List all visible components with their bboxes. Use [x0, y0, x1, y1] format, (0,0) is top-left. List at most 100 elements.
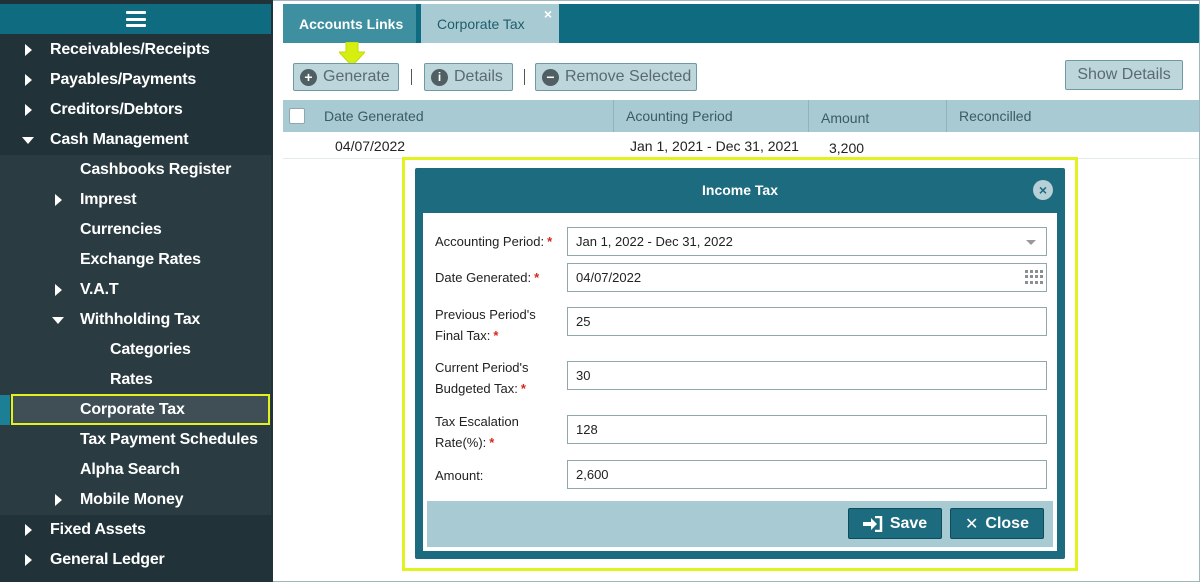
cell-accounting-period: Jan 1, 2021 - Dec 31, 2021: [630, 138, 799, 154]
sidebar-item-label: General Ledger: [50, 551, 165, 568]
column-header-reconcilled[interactable]: Reconcilled: [947, 100, 1199, 132]
toolbar: + Generate i Details − Remove Selected S…: [283, 42, 1199, 100]
field-value: 25: [576, 314, 591, 329]
cell-amount: 3,200: [829, 140, 865, 156]
label-text: Budgeted Tax:: [435, 381, 518, 396]
caret-right-icon: [55, 194, 65, 206]
field-value: 2,600: [576, 467, 609, 482]
tab-accounts-links[interactable]: Accounts Links: [283, 4, 416, 43]
toolbar-separator: [524, 69, 525, 85]
sidebar-item-label: Withholding Tax: [80, 311, 201, 328]
remove-selected-label: Remove Selected: [565, 68, 692, 85]
tax-escalation-field[interactable]: 128: [567, 415, 1047, 444]
sidebar-item-withholding-tax[interactable]: Withholding Tax: [0, 305, 271, 335]
sidebar-item-corporate-tax[interactable]: Corporate Tax: [11, 394, 270, 425]
prev-final-tax-field[interactable]: 25: [567, 307, 1047, 336]
sidebar-item-label: Fixed Assets: [50, 521, 146, 538]
curr-budgeted-tax-field[interactable]: 30: [567, 361, 1047, 390]
sidebar-item-creditors[interactable]: Creditors/Debtors: [0, 95, 271, 125]
select-all-checkbox[interactable]: [289, 108, 305, 124]
sidebar: Receivables/Receipts Payables/Payments C…: [0, 0, 273, 582]
column-header-label: Amount: [821, 110, 870, 126]
caret-right-icon: [25, 104, 35, 116]
sidebar-item-label: Imprest: [80, 191, 137, 208]
save-button[interactable]: Save: [848, 508, 942, 539]
field-value: 128: [576, 422, 598, 437]
sidebar-item-cash-management[interactable]: Cash Management: [0, 125, 271, 155]
sidebar-item-label: Mobile Money: [80, 491, 184, 508]
sidebar-item-imprest[interactable]: Imprest: [0, 185, 271, 215]
sidebar-item-payables[interactable]: Payables/Payments: [0, 65, 271, 95]
caret-right-icon: [25, 44, 35, 56]
accounting-period-label: Accounting Period: *: [435, 231, 552, 252]
curr-budgeted-tax-label: Current Period's Budgeted Tax: *: [435, 357, 529, 399]
sidebar-item-alpha-search[interactable]: Alpha Search: [0, 455, 271, 485]
table-row[interactable]: 04/07/2022 Jan 1, 2021 - Dec 31, 2021 3,…: [283, 132, 1199, 159]
sidebar-item-currencies[interactable]: Currencies: [0, 215, 271, 245]
sidebar-item-receivables[interactable]: Receivables/Receipts: [0, 35, 271, 65]
label-text: Tax Escalation: [435, 414, 519, 429]
remove-selected-button[interactable]: − Remove Selected: [535, 63, 697, 91]
sidebar-item-rates[interactable]: Rates: [0, 365, 271, 395]
select-value: Jan 1, 2022 - Dec 31, 2022: [576, 234, 733, 249]
close-button[interactable]: ✕ Close: [950, 508, 1044, 539]
details-label: Details: [454, 68, 503, 85]
grid-header: Date Generated Acounting Period Amount R…: [283, 100, 1199, 132]
sidebar-item-vat[interactable]: V.A.T: [0, 275, 271, 305]
tab-close-icon[interactable]: ×: [544, 6, 552, 22]
details-button[interactable]: i Details: [424, 63, 513, 91]
accounting-period-select[interactable]: Jan 1, 2022 - Dec 31, 2022: [567, 227, 1047, 256]
label-text: Current Period's: [435, 360, 529, 375]
sidebar-item-mobile-money[interactable]: Mobile Money: [0, 485, 271, 515]
minus-circle-icon: −: [542, 68, 559, 86]
info-circle-icon: i: [431, 68, 448, 86]
column-header-date-generated[interactable]: Date Generated: [312, 100, 614, 132]
sidebar-item-label: Categories: [110, 341, 191, 358]
menu-toggle-button[interactable]: [0, 4, 271, 34]
sidebar-item-label: Tax Payment Schedules: [80, 431, 258, 448]
sidebar-item-cashbooks-register[interactable]: Cashbooks Register: [0, 155, 271, 185]
close-icon[interactable]: ×: [1033, 180, 1053, 200]
field-value: 04/07/2022: [576, 270, 642, 285]
sidebar-item-general-ledger[interactable]: General Ledger: [0, 545, 271, 575]
caret-down-icon: [22, 134, 34, 146]
required-marker: *: [534, 270, 540, 285]
tab-label: Accounts Links: [299, 15, 404, 32]
tax-escalation-label: Tax Escalation Rate(%): *: [435, 411, 519, 453]
column-header-amount[interactable]: Amount: [809, 100, 947, 132]
x-icon: ✕: [965, 515, 979, 533]
amount-field[interactable]: 2,600: [567, 460, 1047, 489]
amount-label: Amount:: [435, 465, 483, 486]
label-text: Date Generated:: [435, 270, 532, 285]
caret-right-icon: [25, 554, 35, 566]
generate-button[interactable]: + Generate: [293, 63, 399, 91]
label-text: Rate(%):: [435, 435, 487, 450]
label-text: Previous Period's: [435, 307, 536, 322]
required-marker: *: [489, 435, 495, 450]
sidebar-item-label: Cashbooks Register: [80, 161, 232, 178]
sidebar-item-label: Corporate Tax: [80, 400, 185, 418]
dialog-title: Income Tax: [702, 181, 778, 198]
save-label: Save: [889, 514, 928, 532]
sidebar-item-tax-payment-schedules[interactable]: Tax Payment Schedules: [0, 425, 271, 455]
tab-corporate-tax[interactable]: Corporate Tax ×: [421, 4, 559, 43]
column-header-accounting-period[interactable]: Acounting Period: [614, 100, 809, 132]
generate-label: Generate: [323, 68, 390, 85]
sidebar-item-fixed-assets[interactable]: Fixed Assets: [0, 515, 271, 545]
sidebar-item-label: Alpha Search: [80, 461, 180, 478]
label-text: Accounting Period:: [435, 234, 545, 249]
sidebar-item-exchange-rates[interactable]: Exchange Rates: [0, 245, 271, 275]
active-item-marker: [0, 395, 10, 425]
sidebar-item-categories[interactable]: Categories: [0, 335, 271, 365]
sidebar-item-label: Cash Management: [50, 131, 189, 148]
required-marker: *: [520, 381, 526, 396]
income-tax-dialog: Income Tax × Accounting Period: * Jan 1, …: [415, 168, 1065, 559]
date-generated-field[interactable]: 04/07/2022: [567, 263, 1047, 292]
sign-in-icon: [862, 515, 883, 532]
dialog-body: Accounting Period: * Jan 1, 2022 - Dec 31…: [423, 213, 1057, 551]
caret-right-icon: [55, 284, 65, 296]
sidebar-item-label: Exchange Rates: [80, 251, 201, 268]
calendar-icon[interactable]: [1023, 268, 1043, 286]
label-text: Final Tax:: [435, 328, 491, 343]
show-details-button[interactable]: Show Details: [1065, 60, 1183, 90]
